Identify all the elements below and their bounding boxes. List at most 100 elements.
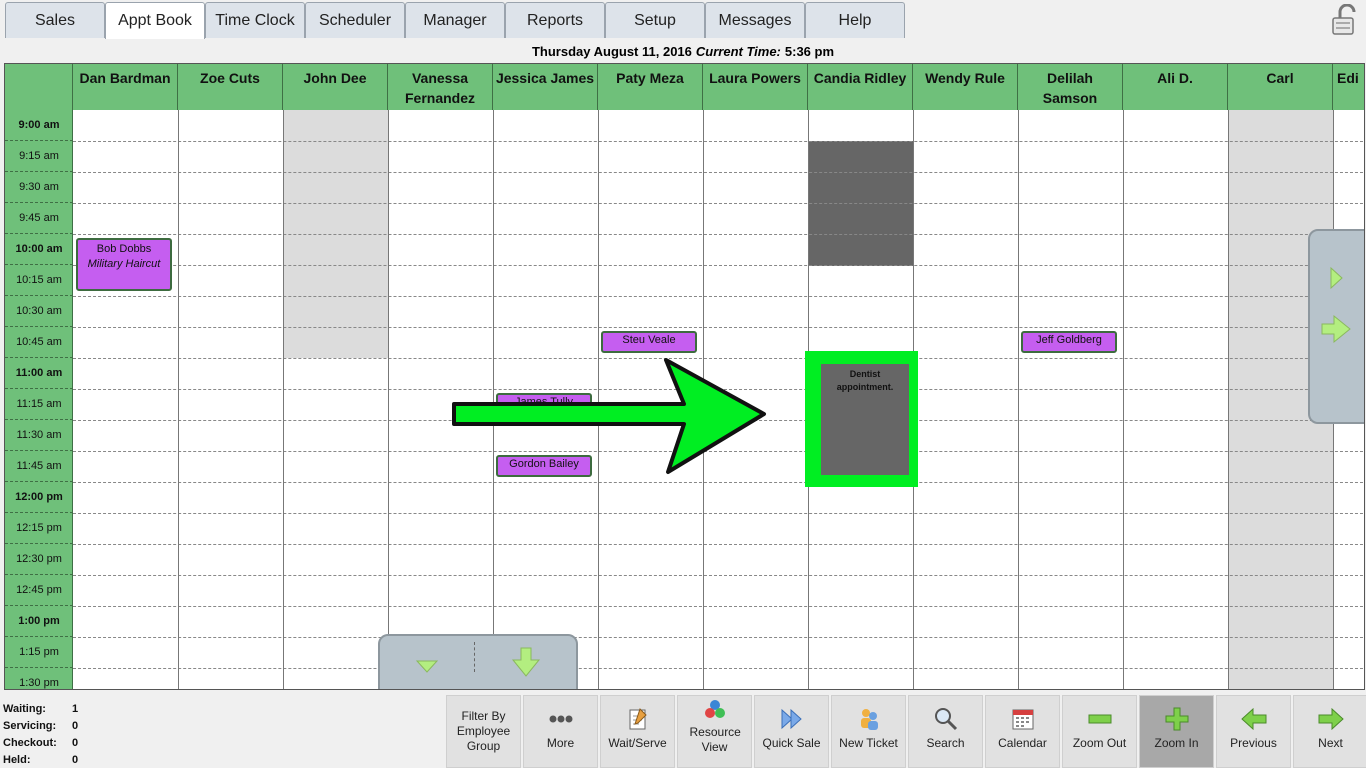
time-label: 1:15 pm — [5, 637, 73, 668]
appointment-steu-veale[interactable]: Steu Veale — [601, 331, 697, 353]
search-button[interactable]: Search — [908, 695, 983, 768]
column-line — [1018, 110, 1019, 689]
calendar-button[interactable]: Calendar — [985, 695, 1060, 768]
tab-manager[interactable]: Manager — [405, 2, 505, 38]
row-line — [73, 575, 1364, 576]
appointment-jeff-goldberg[interactable]: Jeff Goldberg — [1021, 331, 1117, 353]
current-time-label: Current Time: — [695, 43, 781, 59]
tab-appt-book[interactable]: Appt Book — [105, 2, 205, 39]
lock-icon[interactable] — [1330, 4, 1360, 36]
highlight-frame: Dentist appointment. — [805, 351, 918, 487]
employee-header[interactable]: Dan Bardman — [73, 64, 178, 110]
employee-header[interactable]: Candia Ridley — [808, 64, 913, 110]
employee-header[interactable]: Jessica James — [493, 64, 598, 110]
time-label: 11:45 am — [5, 451, 73, 482]
button-label: Search — [926, 736, 965, 750]
row-line — [73, 203, 1364, 204]
time-label: 9:30 am — [5, 172, 73, 203]
zoom-out-button[interactable]: Zoom Out — [1062, 695, 1137, 768]
time-label: 12:45 pm — [5, 575, 73, 606]
scroll-right-pad[interactable] — [1308, 229, 1364, 424]
appointment-dentist[interactable]: Dentist appointment. — [821, 364, 909, 475]
appointment-client: Bob Dobbs — [96, 243, 152, 255]
appointment-service: Military Haircut — [87, 258, 161, 270]
tab-setup[interactable]: Setup — [605, 2, 705, 38]
row-line — [73, 327, 1364, 328]
tab-sales[interactable]: Sales — [5, 2, 105, 38]
held-label: Held: — [3, 753, 31, 766]
employee-header[interactable]: John Dee — [283, 64, 388, 110]
tab-scheduler[interactable]: Scheduler — [305, 2, 405, 38]
quick-sale-icon — [779, 706, 805, 732]
employee-header[interactable]: Edi — [1333, 64, 1364, 110]
time-label: 10:30 am — [5, 296, 73, 327]
zoom-in-icon — [1164, 706, 1190, 732]
search-icon — [933, 706, 959, 732]
employee-header[interactable]: Wendy Rule — [913, 64, 1018, 110]
row-line — [73, 172, 1364, 173]
more-button[interactable]: More — [523, 695, 598, 768]
appointment-client: Steu Veale — [622, 334, 676, 346]
time-label: 12:15 pm — [5, 513, 73, 544]
zoom-in-button[interactable]: Zoom In — [1139, 695, 1214, 768]
time-label: 11:00 am — [5, 358, 73, 389]
appointment-note: Dentist appointment. — [836, 369, 894, 392]
previous-button[interactable]: Previous — [1216, 695, 1291, 768]
employee-header[interactable]: Vanessa Fernandez — [388, 64, 493, 110]
new-ticket-button[interactable]: New Ticket — [831, 695, 906, 768]
time-label: 11:30 am — [5, 420, 73, 451]
waiting-label: Waiting: — [3, 702, 46, 715]
top-navigation: Sales Appt Book Time Clock Scheduler Man… — [0, 0, 1366, 40]
calendar-icon — [1010, 706, 1036, 732]
employee-header[interactable]: Zoe Cuts — [178, 64, 283, 110]
wait-serve-button[interactable]: Wait/Serve — [600, 695, 675, 768]
button-label: Zoom Out — [1072, 736, 1127, 750]
button-label: Filter By Employee Group — [456, 709, 511, 753]
scroll-down-pad[interactable] — [378, 634, 578, 689]
scroll-right-large-icon[interactable] — [1320, 313, 1352, 345]
column-line — [388, 110, 389, 689]
row-line — [73, 668, 1364, 669]
time-label: 12:00 pm — [5, 482, 73, 513]
servicing-label: Servicing: — [3, 719, 57, 732]
pad-divider — [474, 642, 475, 672]
employee-header[interactable]: Ali D. — [1123, 64, 1228, 110]
row-line — [73, 606, 1364, 607]
time-label: 9:15 am — [5, 141, 73, 172]
appointment-client: Jeff Goldberg — [1036, 334, 1102, 346]
callout-arrow-icon — [452, 358, 766, 474]
time-label: 9:45 am — [5, 203, 73, 234]
button-label: Previous — [1230, 736, 1277, 750]
checkout-count: 0 — [72, 736, 79, 749]
filter-by-employee-group-button[interactable]: Filter By Employee Group — [446, 695, 521, 768]
appointment-bob-dobbs[interactable]: Bob Dobbs Military Haircut — [76, 238, 172, 291]
time-column: 9:00 am 9:15 am 9:30 am 9:45 am 10:00 am… — [5, 110, 73, 689]
next-button[interactable]: Next — [1293, 695, 1366, 768]
time-label: 1:00 pm — [5, 606, 73, 637]
employee-header[interactable]: Paty Meza — [598, 64, 703, 110]
checkout-label: Checkout: — [3, 736, 57, 749]
resource-view-button[interactable]: Resource View — [677, 695, 752, 768]
row-line — [73, 544, 1364, 545]
waiting-count: 1 — [72, 702, 79, 715]
current-time: 5:36 pm — [784, 43, 835, 59]
row-line — [73, 513, 1364, 514]
row-line — [73, 482, 1364, 483]
tab-messages[interactable]: Messages — [705, 2, 805, 38]
previous-arrow-icon — [1240, 706, 1267, 732]
employee-header[interactable]: Delilah Samson — [1018, 64, 1123, 110]
time-label: 1:30 pm — [5, 668, 73, 689]
tab-time-clock[interactable]: Time Clock — [205, 2, 305, 38]
scroll-down-large-icon[interactable] — [510, 646, 542, 678]
scroll-down-small-icon[interactable] — [414, 658, 440, 674]
scroll-right-small-icon[interactable] — [1328, 265, 1344, 291]
row-line — [73, 296, 1364, 297]
tab-help[interactable]: Help — [805, 2, 905, 38]
employee-header[interactable]: Laura Powers — [703, 64, 808, 110]
grid-corner — [5, 64, 73, 110]
button-label: Wait/Serve — [608, 736, 667, 750]
button-label: Calendar — [998, 736, 1047, 750]
tab-reports[interactable]: Reports — [505, 2, 605, 38]
quick-sale-button[interactable]: Quick Sale — [754, 695, 829, 768]
employee-header[interactable]: Carl — [1228, 64, 1333, 110]
